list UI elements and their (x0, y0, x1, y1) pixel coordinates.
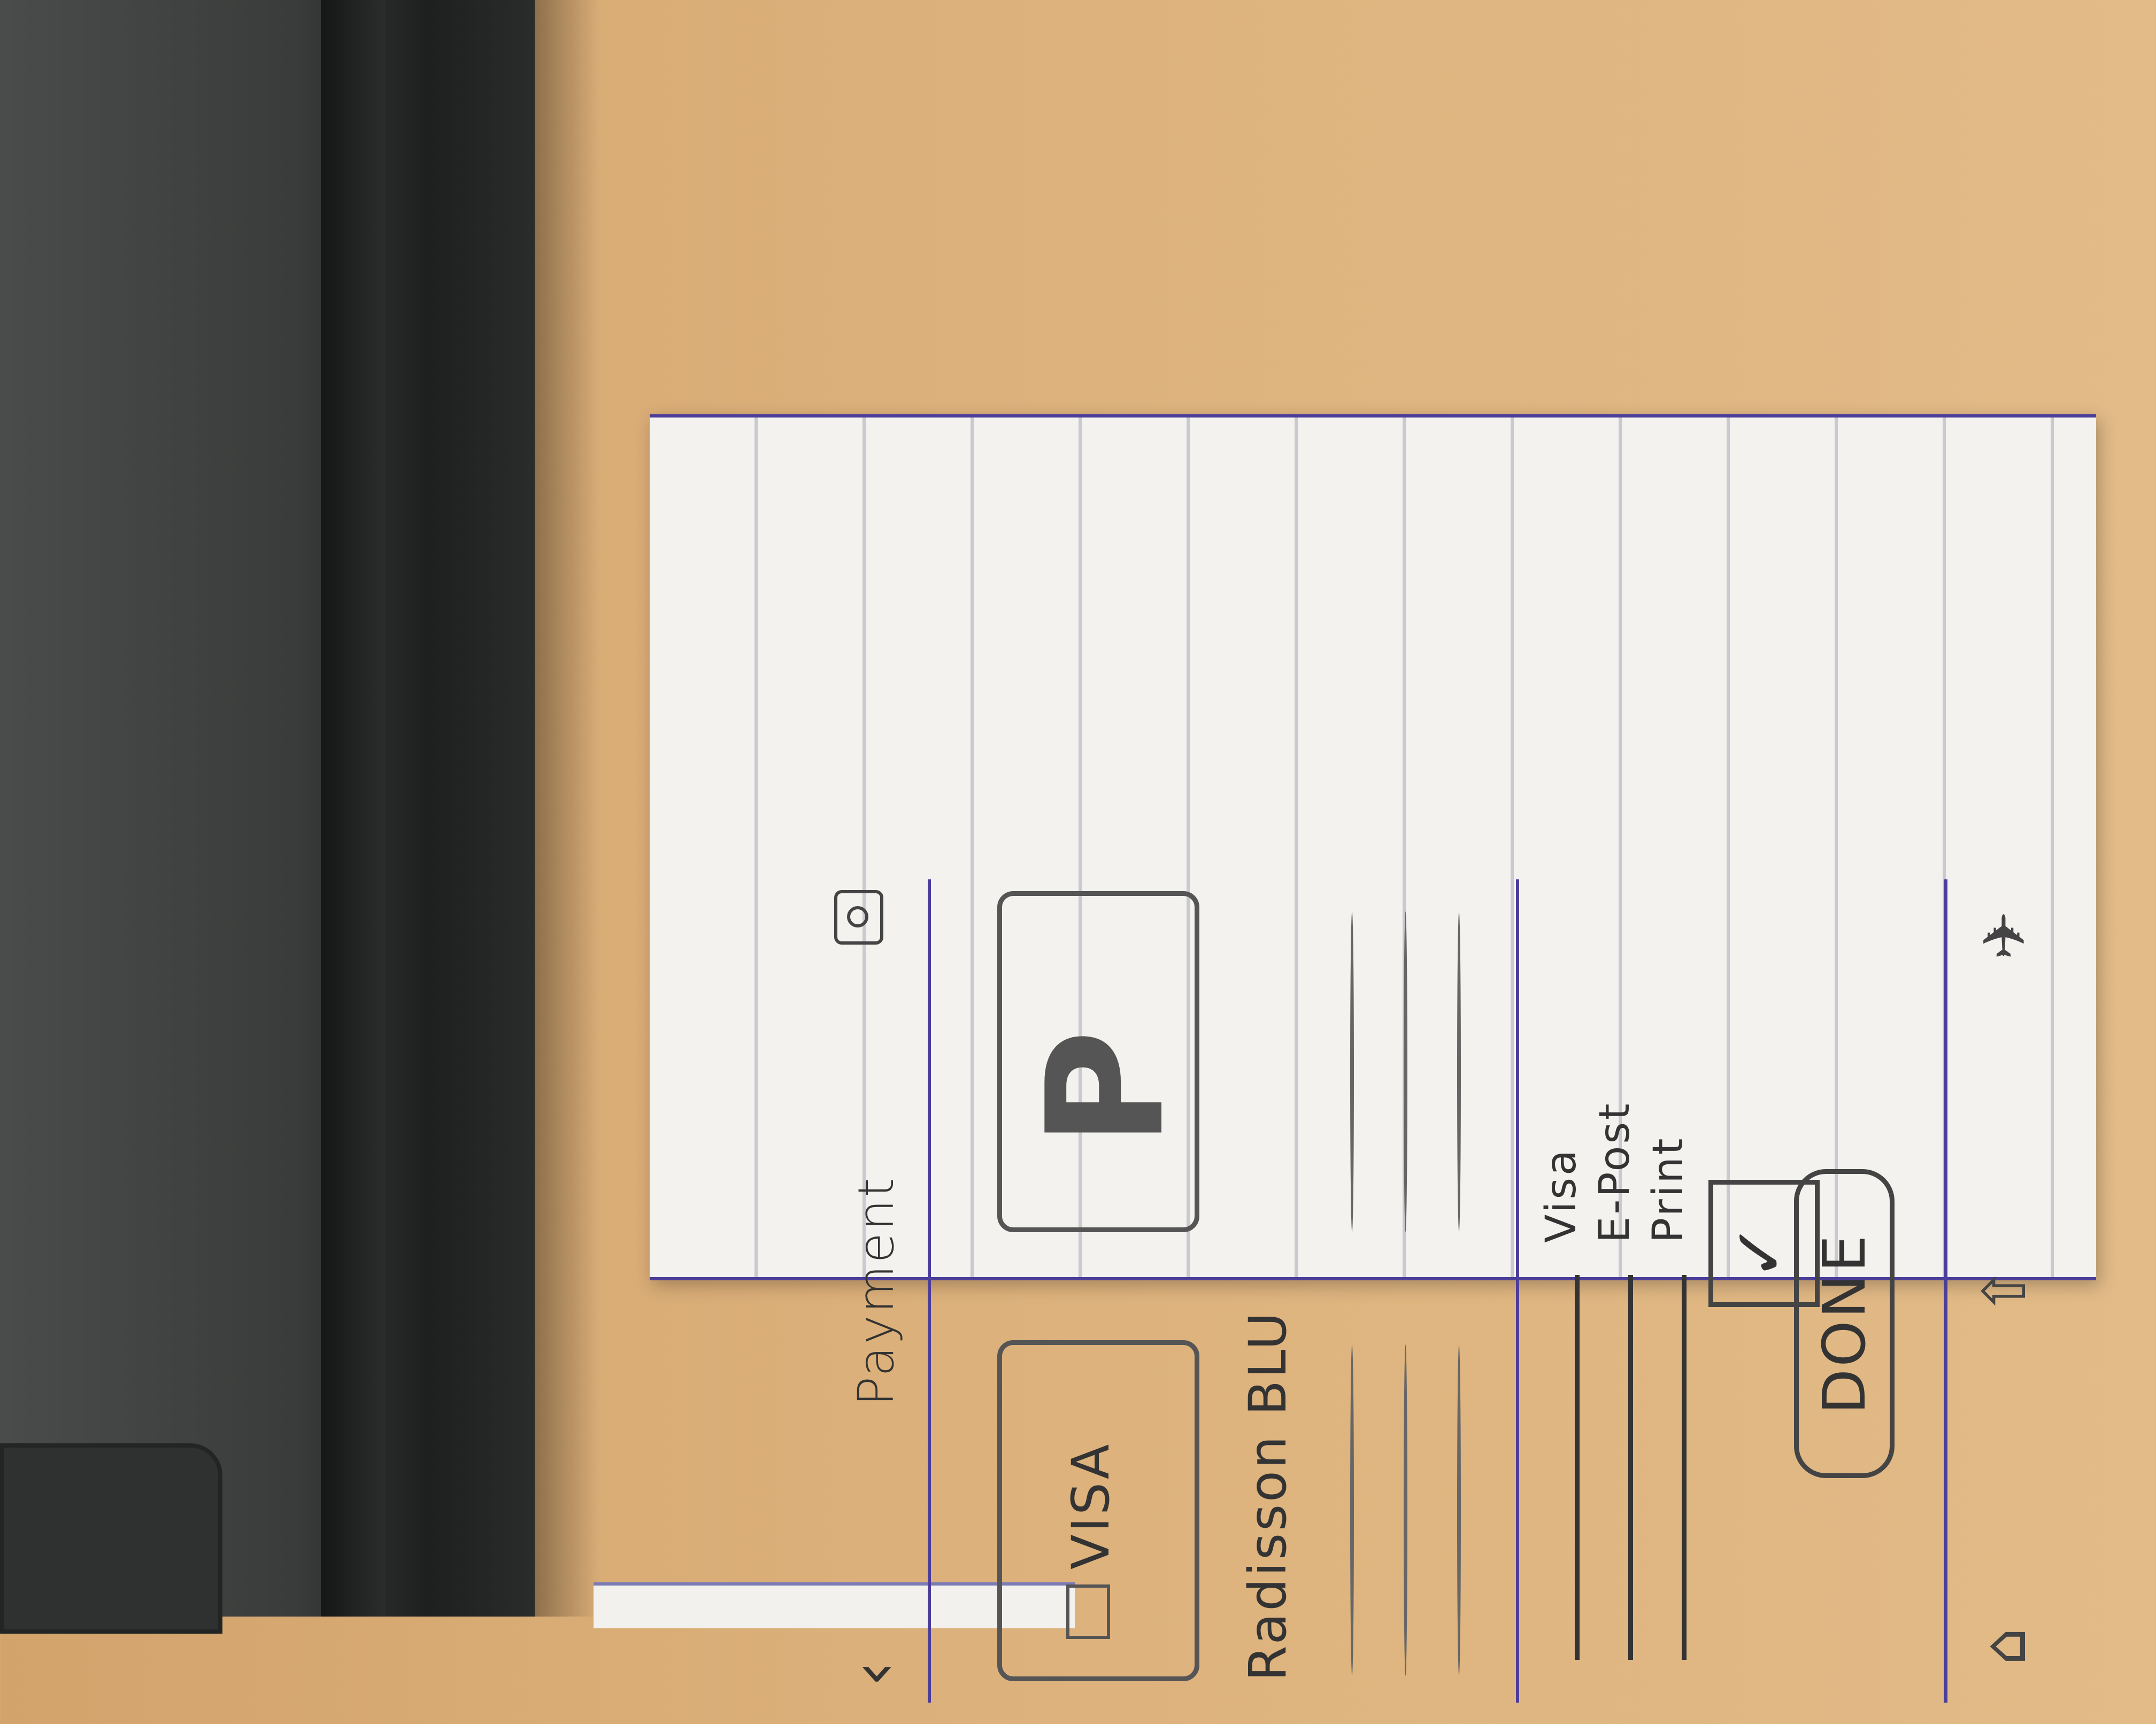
section-divider (1516, 879, 1519, 1703)
shadow (535, 0, 599, 1617)
home-icon[interactable]: ⌂ (1970, 1612, 2039, 1681)
option-label: Print (1644, 1136, 1692, 1243)
option-input-line (1575, 1275, 1580, 1660)
visa-card-button[interactable]: VISA (997, 1340, 1199, 1681)
option-row-print[interactable]: Print (1644, 890, 1708, 1660)
up-arrow-icon[interactable]: ⇧ (1970, 1256, 2039, 1326)
option-input-line (1682, 1275, 1687, 1660)
header-divider (928, 879, 931, 1703)
done-button[interactable]: DONE (1794, 1169, 1895, 1478)
option-input-line (1628, 1275, 1633, 1660)
card-chip-icon (1066, 1584, 1110, 1639)
phone-screen-content: ‹ Payment VISA P Radisson BLU Visa E-Pos… (746, 858, 2056, 1724)
laptop-rim (321, 0, 385, 1617)
page-title: Payment (848, 1176, 905, 1406)
laptop-trackpad (0, 1443, 222, 1634)
placeholder-text-line (1457, 1344, 1461, 1676)
placeholder-text-line (1350, 911, 1354, 1232)
checkmark-icon: ✓ (1719, 1223, 1800, 1281)
placeholder-text-line (1404, 911, 1407, 1232)
placeholder-text-line (1404, 1344, 1407, 1676)
paypal-card-button[interactable]: P (997, 891, 1199, 1232)
settings-icon[interactable] (834, 890, 883, 945)
tabbar-divider (1944, 879, 1947, 1703)
paypal-label: P (1013, 1027, 1199, 1147)
option-label: Visa (1537, 1148, 1585, 1243)
plane-icon[interactable]: ✈ (1970, 901, 2039, 970)
visa-label: VISA (1061, 1442, 1121, 1570)
placeholder-text-line (1457, 911, 1461, 1232)
phone-sketch-sheet: ‹ Payment VISA P Radisson BLU Visa E-Pos… (650, 414, 2096, 1703)
phone-screen: ‹ Payment VISA P Radisson BLU Visa E-Pos… (746, 414, 2056, 1703)
placeholder-text-line (1350, 1344, 1354, 1676)
laptop-background (0, 0, 535, 1617)
hotel-name: Radisson BLU (1238, 1310, 1298, 1681)
option-label: E-Post (1591, 1101, 1639, 1243)
